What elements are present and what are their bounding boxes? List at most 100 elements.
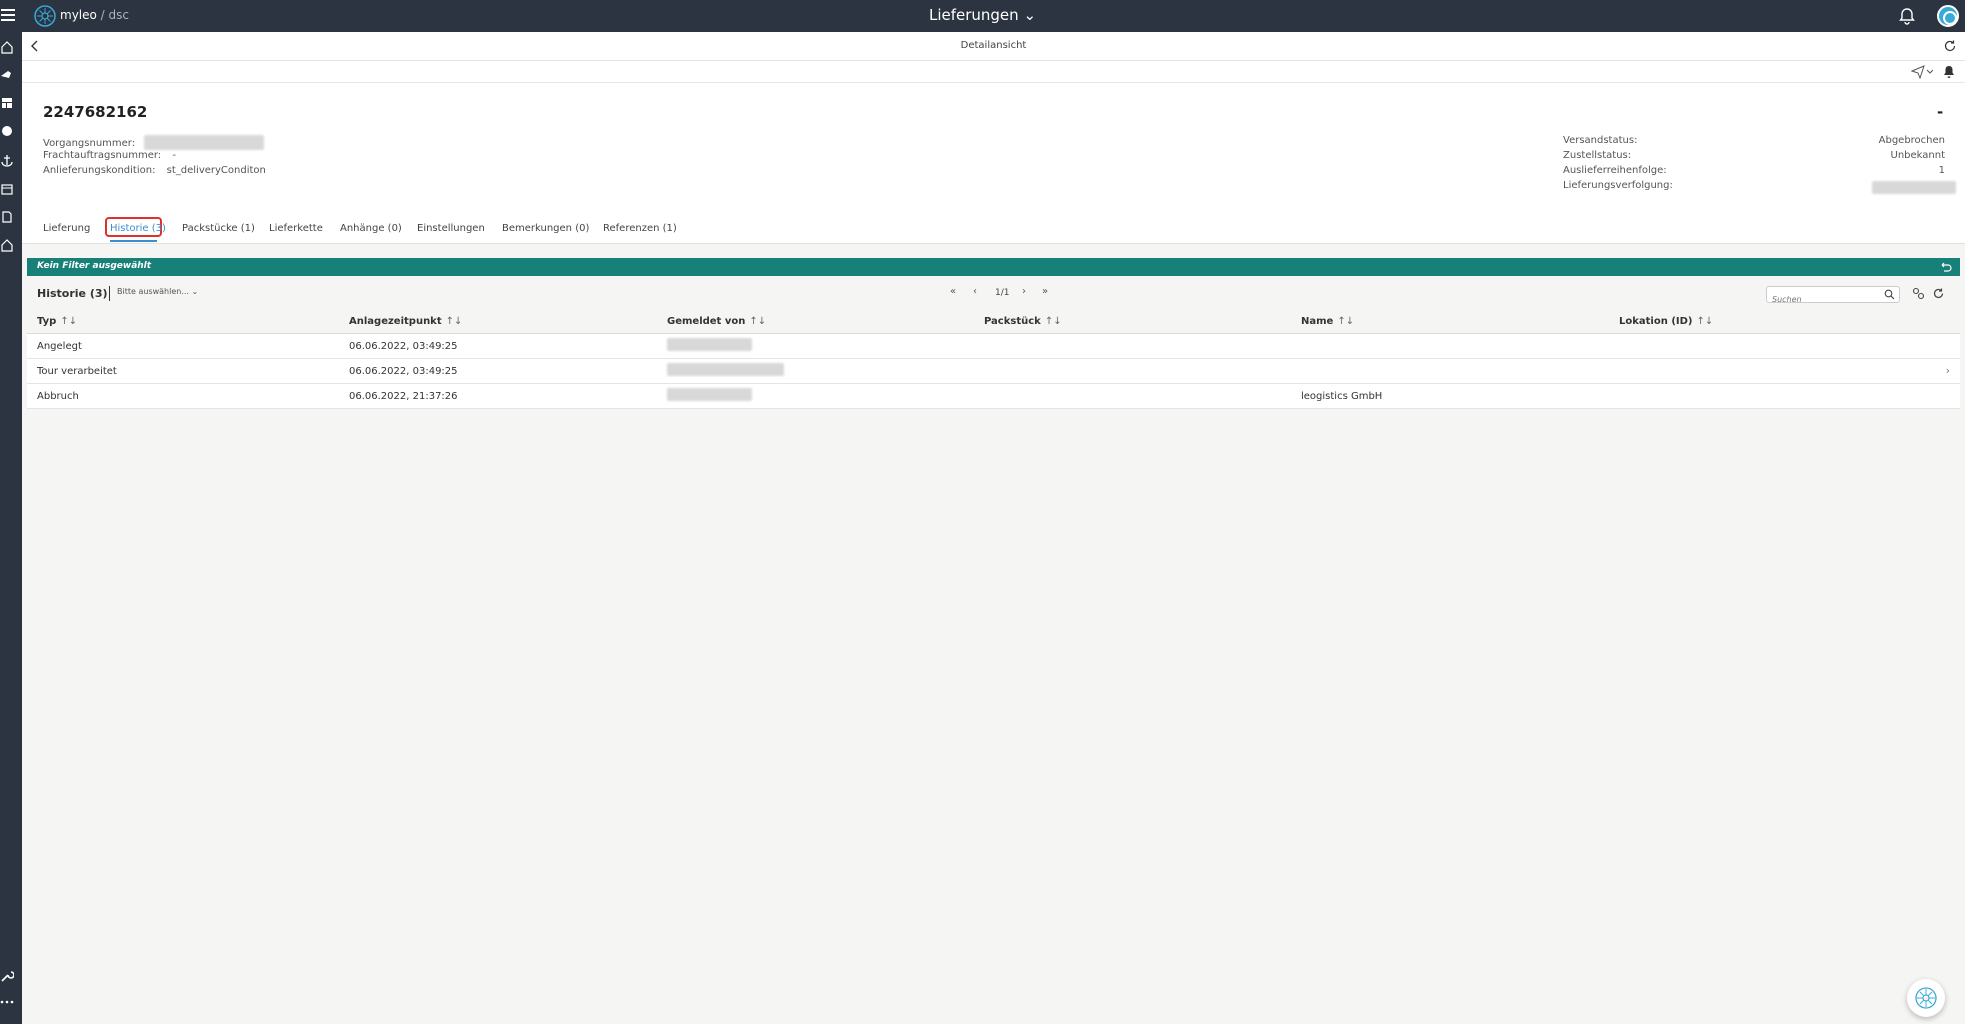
reload-icon[interactable] xyxy=(1943,39,1957,53)
cell-gemeldet-redacted xyxy=(667,388,752,401)
column-header-anlagezeitpunkt[interactable]: Anlagezeitpunkt ↑↓ xyxy=(349,316,462,327)
document-icon[interactable] xyxy=(0,209,14,223)
sort-icon: ↑↓ xyxy=(749,316,767,327)
tab-bar: Lieferung Historie (3) Packstücke (1) Li… xyxy=(22,214,1965,244)
column-header-gemeldet-von[interactable]: Gemeldet von ↑↓ xyxy=(667,316,766,327)
history-table: Typ ↑↓ Anlagezeitpunkt ↑↓ Gemeldet von ↑↓ P… xyxy=(27,310,1960,409)
search-field xyxy=(1766,286,1900,307)
delivery-header: 2247682162 - Vorgangsnummer: Frachtauftr… xyxy=(22,83,1965,214)
avatar-icon[interactable] xyxy=(1937,5,1959,27)
frachtauftrag-row: Frachtauftragsnummer: - xyxy=(43,150,176,161)
main-content: Detailansicht 2247682162 - Vorgangsnumme… xyxy=(22,32,1965,1024)
active-tab-underline xyxy=(110,240,157,242)
vorgangsnummer-value-redacted xyxy=(144,135,265,150)
anlieferung-label: Anlieferungskondition: xyxy=(43,165,156,176)
tab-packstuecke[interactable]: Packstücke (1) xyxy=(182,223,255,234)
table-header: Typ ↑↓ Anlagezeitpunkt ↑↓ Gemeldet von ↑↓ P… xyxy=(27,310,1960,334)
home-icon[interactable] xyxy=(0,39,14,54)
cell-gemeldet-redacted xyxy=(667,363,784,376)
house-icon[interactable] xyxy=(0,237,14,252)
verfolgung-link-redacted[interactable] xyxy=(1872,181,1956,194)
anchor-icon[interactable] xyxy=(0,152,14,167)
divider xyxy=(109,286,110,301)
app-switcher-button[interactable] xyxy=(960,2,1070,30)
zustellstatus-value: Unbekannt xyxy=(1890,150,1946,161)
view-select[interactable]: Bitte auswählen... ⌄ xyxy=(117,287,198,296)
search-input[interactable] xyxy=(1772,292,1882,307)
wrench-icon[interactable] xyxy=(0,968,15,982)
tab-bemerkungen[interactable]: Bemerkungen (0) xyxy=(502,223,589,234)
next-page-icon[interactable]: › xyxy=(1022,286,1036,300)
globe-icon[interactable] xyxy=(0,123,14,137)
assistant-button[interactable] xyxy=(1907,979,1945,1017)
cell-typ: Angelegt xyxy=(37,341,82,352)
frachtauftrag-value: - xyxy=(172,150,176,161)
anlieferung-value: st_deliveryConditon xyxy=(166,165,266,176)
column-header-lokation[interactable]: Lokation (ID) ↑↓ xyxy=(1619,316,1713,327)
tab-anhaenge[interactable]: Anhänge (0) xyxy=(340,223,402,234)
frachtauftrag-label: Frachtauftragsnummer: xyxy=(43,150,162,161)
tab-historie[interactable]: Historie (3) xyxy=(110,223,166,234)
top-bar: myleo / dsc Lieferungen ⌄ xyxy=(0,0,1965,32)
refresh-icon[interactable] xyxy=(1932,287,1945,300)
column-header-packstueck[interactable]: Packstück ↑↓ xyxy=(984,316,1062,327)
cell-gemeldet-redacted xyxy=(667,338,752,351)
reihenfolge-label: Auslieferreihenfolge: xyxy=(1563,165,1667,176)
table-row[interactable]: Angelegt 06.06.2022, 03:49:25 xyxy=(27,334,1960,359)
cell-zeit: 06.06.2022, 21:37:26 xyxy=(349,391,458,402)
chevron-down-icon: ⌄ xyxy=(191,287,199,296)
filter-bar: Kein Filter ausgewählt xyxy=(27,258,1960,276)
table-row[interactable]: Abbruch 06.06.2022, 21:37:26 leogistics … xyxy=(27,384,1960,409)
brand-name: myleo / dsc xyxy=(60,8,129,22)
header-right-value: - xyxy=(1937,103,1944,121)
page-title: Detailansicht xyxy=(960,40,1027,51)
dashboard-icon[interactable] xyxy=(0,95,14,109)
sub-header: Detailansicht xyxy=(22,32,1965,61)
column-header-typ[interactable]: Typ ↑↓ xyxy=(37,316,77,327)
bell-icon[interactable] xyxy=(1898,7,1916,25)
column-settings-icon[interactable] xyxy=(1912,287,1925,300)
tab-lieferung[interactable]: Lieferung xyxy=(43,223,90,234)
cell-typ: Abbruch xyxy=(37,391,79,402)
assistant-icon xyxy=(1915,987,1937,1009)
versandstatus-label: Versandstatus: xyxy=(1563,135,1638,146)
sort-icon: ↑↓ xyxy=(445,316,463,327)
sort-icon: ↑↓ xyxy=(1696,316,1714,327)
prev-page-icon[interactable]: ‹ xyxy=(973,286,987,300)
truck-icon[interactable] xyxy=(0,66,14,80)
vorgangsnummer-row: Vorgangsnummer: xyxy=(43,135,265,150)
tab-lieferkette[interactable]: Lieferkette xyxy=(269,223,323,234)
column-header-name[interactable]: Name ↑↓ xyxy=(1301,316,1354,327)
sidebar xyxy=(0,32,22,1024)
vorgangsnummer-label: Vorgangsnummer: xyxy=(43,137,136,149)
action-bar xyxy=(22,61,1965,83)
cell-typ: Tour verarbeitet xyxy=(37,366,117,377)
calendar-icon[interactable] xyxy=(0,181,14,195)
anlieferung-row: Anlieferungskondition: st_deliveryCondit… xyxy=(43,165,266,176)
notification-icon[interactable] xyxy=(1943,65,1955,79)
filter-reset-icon[interactable] xyxy=(1940,261,1952,273)
more-icon[interactable] xyxy=(0,994,14,1008)
first-page-icon[interactable]: « xyxy=(950,286,964,300)
tab-einstellungen[interactable]: Einstellungen xyxy=(417,223,485,234)
delivery-id: 2247682162 xyxy=(43,103,148,121)
sort-icon: ↑↓ xyxy=(1337,316,1355,327)
search-icon[interactable] xyxy=(1884,289,1895,300)
chevron-right-icon[interactable]: › xyxy=(1946,364,1950,377)
page-indicator: 1/1 xyxy=(995,288,1010,298)
sort-icon: ↑↓ xyxy=(1044,316,1062,327)
send-icon[interactable] xyxy=(1911,65,1933,79)
cell-name: leogistics GmbH xyxy=(1301,391,1383,402)
table-row[interactable]: Tour verarbeitet 06.06.2022, 03:49:25 › xyxy=(27,359,1960,384)
versandstatus-value: Abgebrochen xyxy=(1878,135,1945,146)
list-title: Historie (3) xyxy=(37,287,108,300)
logo-icon[interactable] xyxy=(34,5,56,27)
verfolgung-label: Lieferungsverfolgung: xyxy=(1563,180,1673,191)
last-page-icon[interactable]: » xyxy=(1042,286,1056,300)
cell-zeit: 06.06.2022, 03:49:25 xyxy=(349,366,458,377)
cell-zeit: 06.06.2022, 03:49:25 xyxy=(349,341,458,352)
menu-icon[interactable] xyxy=(0,6,16,26)
zustellstatus-label: Zustellstatus: xyxy=(1563,150,1632,161)
sort-icon: ↑↓ xyxy=(60,316,78,327)
tab-referenzen[interactable]: Referenzen (1) xyxy=(603,223,677,234)
